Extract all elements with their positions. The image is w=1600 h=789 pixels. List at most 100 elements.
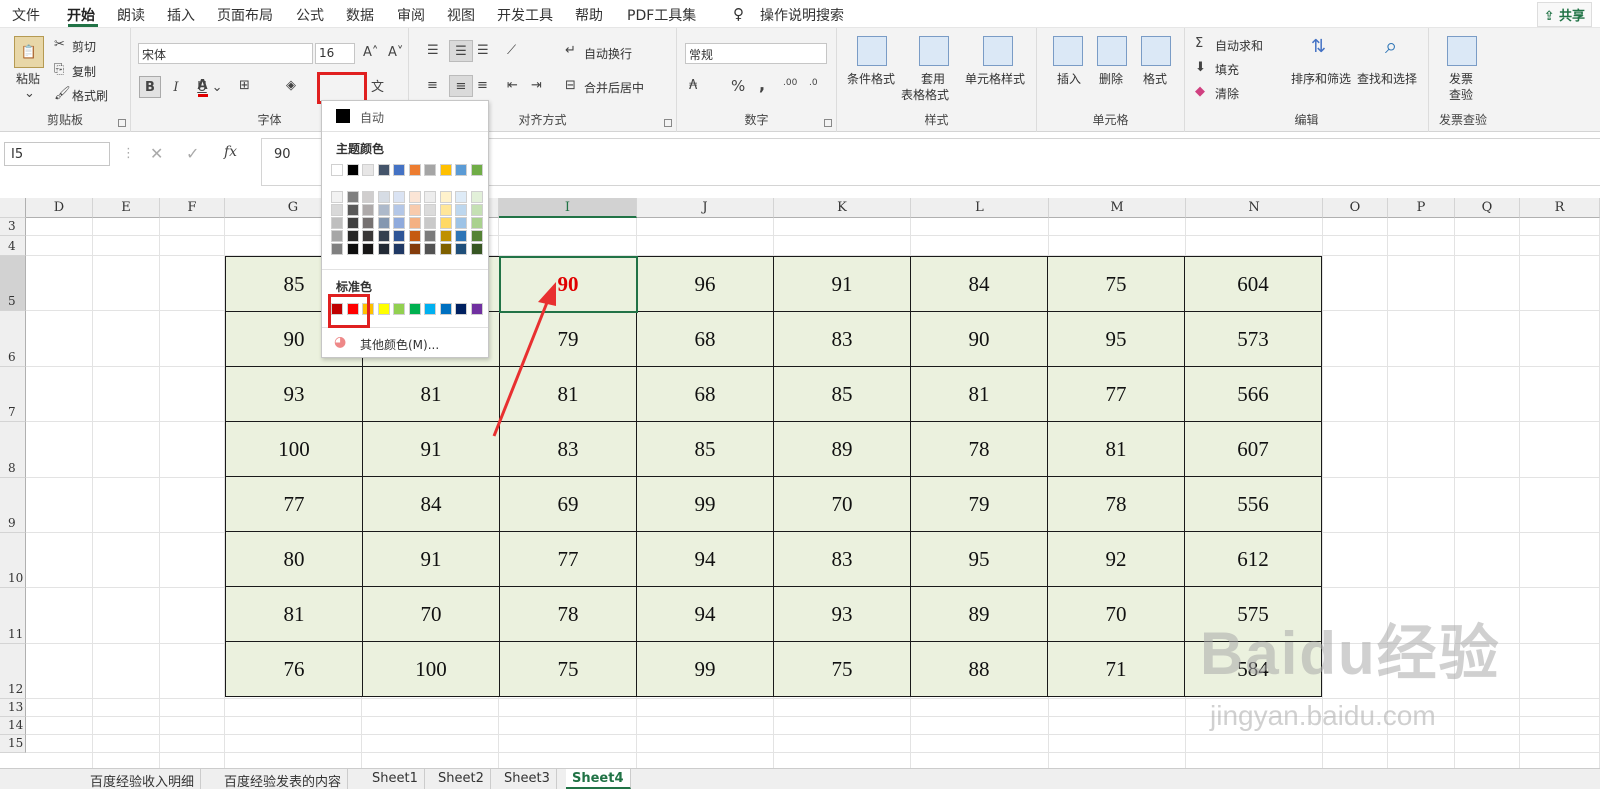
clear-button[interactable]: 清除 <box>1215 85 1239 102</box>
table-format-line1[interactable]: 套用 <box>921 70 945 87</box>
confirm-icon[interactable]: ✓ <box>186 144 199 163</box>
table-cell[interactable]: 100 <box>362 641 500 697</box>
fill-icon[interactable]: ⬇ <box>1195 60 1206 75</box>
table-format-line2[interactable]: 表格格式 <box>901 86 949 103</box>
sheet-tab-sheet4[interactable]: Sheet4 <box>566 769 631 789</box>
align-middle-icon[interactable]: ☰ <box>449 40 473 62</box>
sort-filter-icon[interactable]: ⇅ <box>1311 36 1326 57</box>
column-header-m[interactable]: M <box>1049 198 1186 218</box>
table-cell[interactable]: 95 <box>910 531 1048 587</box>
table-cell[interactable]: 90 <box>910 311 1048 367</box>
table-cell[interactable]: 99 <box>636 476 774 532</box>
row-header-14[interactable]: 14 <box>0 717 26 735</box>
align-bottom-icon[interactable]: ☰ <box>477 43 489 58</box>
theme-shade-swatch[interactable] <box>424 204 436 216</box>
cell-styles-icon[interactable] <box>983 36 1013 66</box>
cut-button[interactable]: 剪切 <box>72 38 96 55</box>
column-header-l[interactable]: L <box>911 198 1049 218</box>
theme-color-swatch[interactable] <box>439 164 452 176</box>
standard-color-swatch[interactable] <box>455 303 467 315</box>
table-cell[interactable]: 78 <box>910 421 1048 477</box>
italic-button[interactable]: I <box>165 76 187 98</box>
table-cell[interactable]: 99 <box>636 641 774 697</box>
table-cell[interactable]: 68 <box>636 311 774 367</box>
insert-cells-icon[interactable] <box>1053 36 1083 66</box>
menu-view[interactable]: 视图 <box>447 5 475 25</box>
table-cell[interactable]: 81 <box>910 366 1048 422</box>
theme-shade-swatch[interactable] <box>393 217 405 229</box>
table-cell[interactable]: 93 <box>773 586 911 642</box>
standard-color-swatch[interactable] <box>439 303 452 315</box>
autosum-icon[interactable]: Σ <box>1195 36 1203 51</box>
table-cell[interactable]: 77 <box>499 531 637 587</box>
theme-shade-swatch[interactable] <box>470 191 483 203</box>
theme-color-swatch[interactable] <box>455 164 467 176</box>
align-left-icon[interactable]: ≡ <box>427 78 438 93</box>
column-header-n[interactable]: N <box>1186 198 1323 218</box>
column-header-r[interactable]: R <box>1520 198 1600 218</box>
theme-shade-swatch[interactable] <box>439 217 452 229</box>
merge-center-button[interactable]: 合并后居中 <box>584 79 644 96</box>
wrap-text-button[interactable]: 自动换行 <box>584 45 632 62</box>
column-header-q[interactable]: Q <box>1455 198 1520 218</box>
bold-button[interactable]: B <box>139 76 161 98</box>
theme-shade-swatch[interactable] <box>424 243 436 255</box>
paste-icon[interactable]: 📋 <box>14 36 44 68</box>
table-cell[interactable]: 612 <box>1184 531 1322 587</box>
percent-button[interactable]: % <box>731 77 745 95</box>
menu-formula[interactable]: 公式 <box>296 5 324 25</box>
table-cell[interactable]: 93 <box>225 366 363 422</box>
menu-help[interactable]: 帮助 <box>575 5 603 25</box>
theme-shade-swatch[interactable] <box>331 230 343 242</box>
theme-color-swatch[interactable] <box>424 164 436 176</box>
theme-shade-swatch[interactable] <box>408 230 421 242</box>
sheet-tab-income[interactable]: 百度经验收入明细 <box>84 769 202 789</box>
more-colors-button[interactable]: 其他颜色(M)... <box>360 336 439 353</box>
theme-shade-swatch[interactable] <box>470 230 483 242</box>
standard-color-swatch[interactable] <box>408 303 421 315</box>
theme-shade-swatch[interactable] <box>455 217 467 229</box>
table-cell[interactable]: 83 <box>773 531 911 587</box>
insert-function-icon[interactable]: fx <box>224 144 237 160</box>
number-format-select[interactable]: 常规 <box>685 43 827 64</box>
invoice-line2[interactable]: 查验 <box>1449 86 1473 103</box>
theme-shade-swatch[interactable] <box>377 191 390 203</box>
theme-shade-swatch[interactable] <box>362 204 374 216</box>
menu-data[interactable]: 数据 <box>346 5 374 25</box>
sheet-tab-sheet1[interactable]: Sheet1 <box>366 769 425 789</box>
table-cell[interactable]: 92 <box>1047 531 1185 587</box>
font-color-button[interactable]: A ⌄ <box>190 74 230 100</box>
theme-color-swatch[interactable] <box>362 164 374 176</box>
dialog-launcher-icon[interactable] <box>664 119 672 127</box>
theme-shade-swatch[interactable] <box>377 204 390 216</box>
lightbulb-icon[interactable]: ♀ <box>733 5 744 23</box>
row-header-13[interactable]: 13 <box>0 699 26 717</box>
table-cell[interactable]: 566 <box>1184 366 1322 422</box>
theme-shade-swatch[interactable] <box>408 191 421 203</box>
phonetic-icon[interactable]: 文 <box>371 76 384 95</box>
theme-shade-swatch[interactable] <box>424 191 436 203</box>
auto-color-label[interactable]: 自动 <box>360 109 384 126</box>
standard-color-swatch[interactable] <box>424 303 436 315</box>
invoice-check-icon[interactable] <box>1447 36 1477 66</box>
align-center-icon[interactable]: ≡ <box>449 75 473 97</box>
column-header-i[interactable]: I <box>499 198 637 218</box>
table-cell[interactable]: 96 <box>636 256 774 312</box>
standard-color-swatch[interactable] <box>377 303 390 315</box>
theme-shade-swatch[interactable] <box>455 230 467 242</box>
table-cell[interactable]: 76 <box>225 641 363 697</box>
format-painter-button[interactable]: 格式刷 <box>72 87 108 104</box>
theme-color-swatch[interactable] <box>393 164 405 176</box>
border-icon[interactable]: ⊞ <box>239 78 250 93</box>
table-cell[interactable]: 78 <box>499 586 637 642</box>
merge-icon[interactable]: ⊟ <box>565 78 576 93</box>
table-cell[interactable]: 85 <box>773 366 911 422</box>
find-icon[interactable]: ⌕ <box>1385 34 1397 59</box>
conditional-format-icon[interactable] <box>857 36 887 66</box>
table-cell[interactable]: 84 <box>362 476 500 532</box>
theme-shade-swatch[interactable] <box>362 230 374 242</box>
decrease-decimal-icon[interactable]: .0 <box>809 78 818 88</box>
dialog-launcher-icon[interactable] <box>824 119 832 127</box>
copy-button[interactable]: 复制 <box>72 63 96 80</box>
search-tell-me[interactable]: 操作说明搜索 <box>760 5 844 25</box>
